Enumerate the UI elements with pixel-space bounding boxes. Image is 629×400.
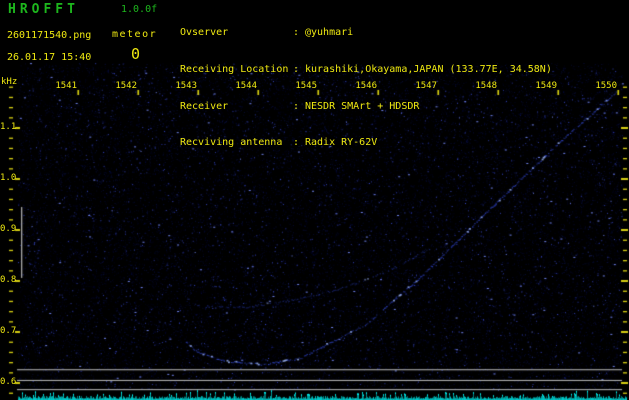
time-tick-label: 1543: [175, 81, 197, 91]
info-row-antenna: Recviving antenna: Radix RY-62V: [180, 137, 552, 149]
time-tick-label: 1546: [355, 81, 377, 91]
time-tick-label: 1544: [235, 81, 257, 91]
freq-tick-label: 1.0: [0, 173, 17, 183]
freq-tick-label: 0.9: [0, 224, 17, 234]
hrofft-output: HROFFT 1.0.0f 2601171540.png 26.01.17 15…: [0, 0, 629, 400]
freq-tick-label: 0.8: [0, 275, 17, 285]
info-value: NESDR SMArt + HDSDR: [305, 100, 420, 112]
info-value: kurashiki,Okayama,JAPAN (133.77E, 34.58N…: [305, 64, 552, 76]
meteor-count-label: meteor: [112, 29, 158, 40]
info-colon: :: [293, 64, 300, 76]
app-title: HROFFT: [8, 2, 79, 17]
time-tick-label: 1547: [415, 81, 437, 91]
info-label: Ovserver: [180, 27, 229, 39]
y-axis-unit: kHz: [1, 77, 18, 87]
datetime-label: 26.01.17 15:40: [7, 52, 92, 63]
time-tick-label: 1548: [475, 81, 497, 91]
app-version: 1.0.0f: [121, 4, 158, 15]
info-colon: :: [293, 137, 300, 149]
meteor-count-value: 0: [131, 45, 141, 63]
time-tick-label: 1541: [55, 81, 77, 91]
freq-tick-label: 1.1: [0, 122, 17, 132]
time-tick-label: 1545: [295, 81, 317, 91]
info-value: Radix RY-62V: [305, 137, 378, 149]
output-filename: 2601171540.png: [7, 30, 92, 41]
info-colon: :: [293, 27, 300, 39]
freq-tick-label: 0.6: [0, 377, 17, 387]
info-row-observer: Ovserver: @yuhmari: [180, 27, 552, 39]
info-value: @yuhmari: [305, 27, 354, 39]
info-row-receiver: Receiver: NESDR SMArt + HDSDR: [180, 101, 552, 113]
freq-tick-label: 0.7: [0, 326, 17, 336]
info-label: Receiver: [180, 100, 229, 112]
time-tick-label: 1542: [115, 81, 137, 91]
info-label: Receiving Location: [180, 64, 289, 76]
info-row-location: Receiving Location: kurashiki,Okayama,JAP…: [180, 64, 552, 76]
time-tick-label: 1549: [535, 81, 557, 91]
info-colon: :: [293, 100, 300, 112]
time-tick-label: 1550: [595, 81, 617, 91]
info-label: Recviving antenna: [180, 137, 283, 149]
